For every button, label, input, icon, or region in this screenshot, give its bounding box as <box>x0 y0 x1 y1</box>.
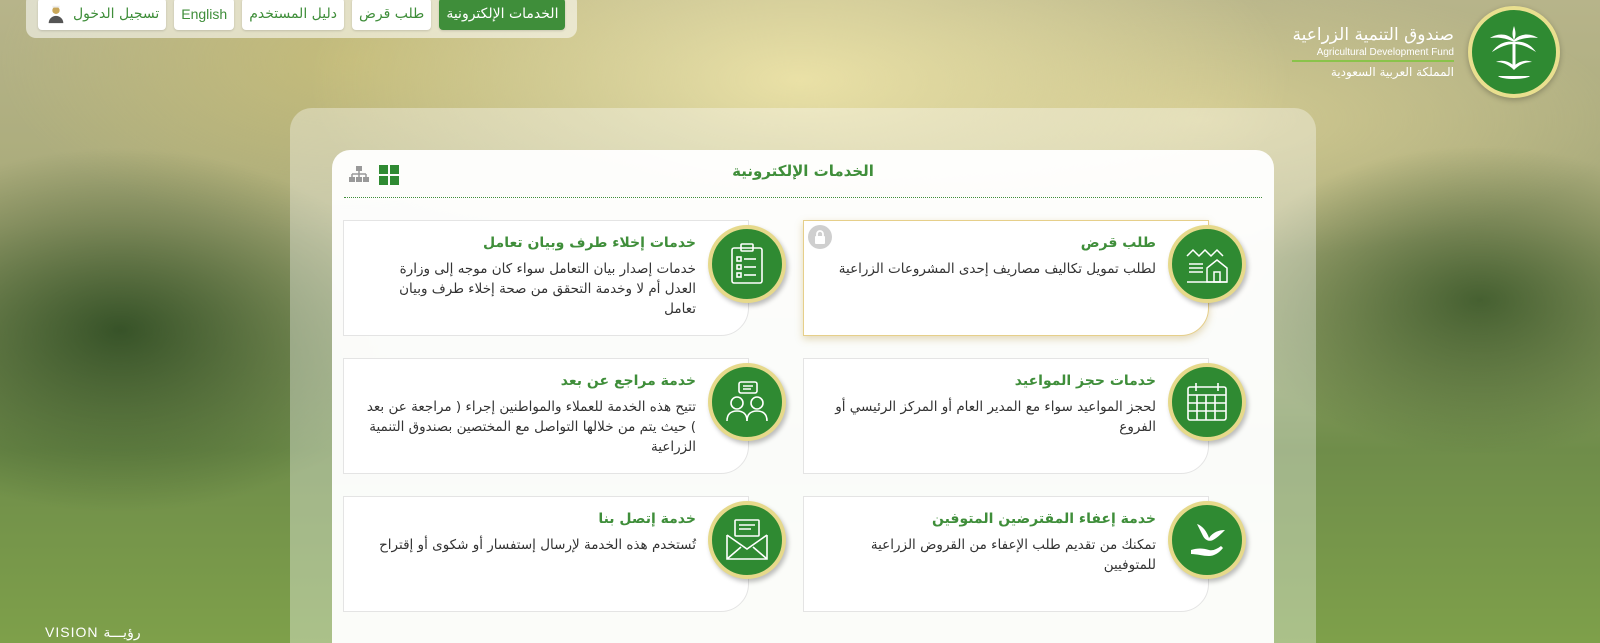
logo-name-en: Agricultural Development Fund <box>1292 47 1454 62</box>
service-title: خدمات حجز المواعيد <box>1014 373 1156 389</box>
service-title: خدمة إتصل بنا <box>598 511 696 527</box>
service-card-clearance[interactable]: خدمات إخلاء طرف وبيان تعامل خدمات إصدار … <box>343 220 786 336</box>
service-card-loan-request[interactable]: طلب قرض لطلب تمويل تكاليف مصاريف إحدى ال… <box>803 220 1246 336</box>
nav-loan-request-button[interactable]: طلب قرض <box>351 0 432 30</box>
vision-en: VISION <box>45 624 99 640</box>
service-desc: تتيح هذه الخدمة للعملاء والمواطنين إجراء… <box>366 399 696 455</box>
logo-name-ar: صندوق التنمية الزراعية <box>1292 25 1454 45</box>
grid-view-icon[interactable] <box>378 164 400 186</box>
farm-icon <box>1168 225 1246 303</box>
service-desc: لحجز المواعيد سواء مع المدير العام أو ال… <box>835 399 1156 435</box>
service-desc: لطلب تمويل تكاليف مصاريف إحدى المشروعات … <box>838 261 1156 277</box>
service-title: طلب قرض <box>1080 235 1156 251</box>
nav-english-button[interactable]: English <box>174 0 235 30</box>
logo-country-ar: المملكة العربية السعودية <box>1330 65 1454 79</box>
palm-emblem-icon <box>1468 6 1560 98</box>
site-logo[interactable]: صندوق التنمية الزراعية Agricultural Deve… <box>1292 6 1560 98</box>
panel-header: الخدمات الإلكترونية <box>344 150 1262 198</box>
service-card-remote-consultation[interactable]: خدمة مراجع عن بعد تتيح هذه الخدمة للعملا… <box>343 358 786 474</box>
service-desc: تُستخدم هذه الخدمة لإرسال إستفسار أو شكو… <box>379 537 696 553</box>
nav-user-guide-button[interactable]: دليل المستخدم <box>242 0 344 30</box>
nav-eservices-label: الخدمات الإلكترونية <box>446 6 559 22</box>
vision-ar: رؤيـــة <box>103 624 141 640</box>
top-nav: الخدمات الإلكترونية طلب قرض دليل المستخد… <box>26 0 578 38</box>
service-title: خدمة مراجع عن بعد <box>560 373 696 389</box>
calendar-icon <box>1168 363 1246 441</box>
service-title: خدمة إعفاء المقترضين المتوفين <box>931 511 1156 527</box>
service-desc: تمكنك من تقديم طلب الإعفاء من القروض الز… <box>870 537 1156 573</box>
hand-dove-icon <box>1168 501 1246 579</box>
logo-text: صندوق التنمية الزراعية Agricultural Deve… <box>1292 25 1454 79</box>
service-desc: خدمات إصدار بيان التعامل سواء كان موجه إ… <box>399 261 696 317</box>
service-card-contact-us[interactable]: خدمة إتصل بنا تُستخدم هذه الخدمة لإرسال … <box>343 496 786 612</box>
nav-login-button[interactable]: تسجيل الدخول <box>38 0 167 30</box>
clipboard-icon <box>708 225 786 303</box>
service-card-deceased-exemption[interactable]: خدمة إعفاء المقترضين المتوفين تمكنك من ت… <box>803 496 1246 612</box>
nav-english-label: English <box>181 6 228 22</box>
nav-eservices-button[interactable]: الخدمات الإلكترونية <box>439 0 566 30</box>
tree-view-icon[interactable] <box>348 164 370 186</box>
user-icon <box>48 5 64 24</box>
consultation-icon <box>708 363 786 441</box>
envelope-icon <box>708 501 786 579</box>
nav-loan-request-label: طلب قرض <box>358 6 425 22</box>
nav-login-label: تسجيل الدخول <box>73 6 160 22</box>
service-card-appointments[interactable]: خدمات حجز المواعيد لحجز المواعيد سواء مع… <box>803 358 1246 474</box>
service-title: خدمات إخلاء طرف وبيان تعامل <box>483 235 696 251</box>
panel-title: الخدمات الإلكترونية <box>732 162 874 180</box>
vision-logo: VISION رؤيـــة <box>45 624 141 641</box>
nav-user-guide-label: دليل المستخدم <box>249 6 337 22</box>
view-toggles <box>348 164 400 186</box>
